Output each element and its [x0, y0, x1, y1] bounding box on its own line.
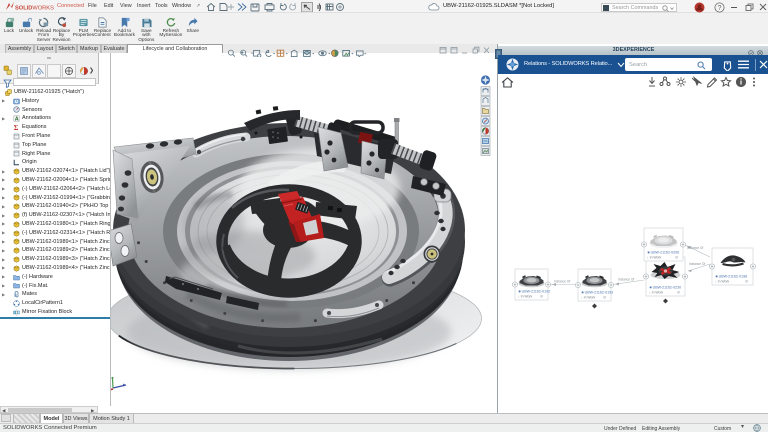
svg-text:Instance Of: Instance Of — [689, 262, 705, 266]
svg-text:⚙: ⚙ — [603, 296, 606, 300]
svg-text:SOLIDWORKS: SOLIDWORKS — [15, 6, 54, 12]
svg-text:■ UBW-21162-0193: ■ UBW-21162-0193 — [582, 291, 614, 295]
svg-text:⚙: ⚙ — [540, 295, 543, 299]
svg-text:↓ In Work: ↓ In Work — [581, 296, 596, 300]
svg-text:↓ In Work: ↓ In Work — [518, 295, 533, 299]
svg-text:■ UBW-21162-0198: ■ UBW-21162-0198 — [716, 275, 748, 279]
svg-text:■ UBW-21162-0230: ■ UBW-21162-0230 — [650, 286, 682, 290]
svg-text:↓ In Work: ↓ In Work — [647, 256, 662, 260]
svg-text:Instance Of: Instance Of — [687, 246, 703, 250]
svg-text:Instance Of: Instance Of — [618, 278, 634, 282]
svg-text:■ UBW-21162-0206: ■ UBW-21162-0206 — [648, 251, 680, 255]
svg-text:Instance Of: Instance Of — [554, 280, 570, 284]
svg-text:↓ In Work: ↓ In Work — [715, 280, 730, 284]
svg-text:■ UBW-21162-0192: ■ UBW-21162-0192 — [519, 290, 551, 294]
svg-text:?: ? — [718, 4, 722, 11]
svg-text:Σ: Σ — [14, 124, 19, 131]
svg-text:⚙: ⚙ — [745, 280, 748, 284]
svg-text:⚙: ⚙ — [675, 256, 678, 260]
svg-text:⚙: ⚙ — [677, 291, 680, 295]
svg-text:A: A — [15, 117, 19, 123]
svg-text:↓ In Work: ↓ In Work — [649, 291, 664, 295]
